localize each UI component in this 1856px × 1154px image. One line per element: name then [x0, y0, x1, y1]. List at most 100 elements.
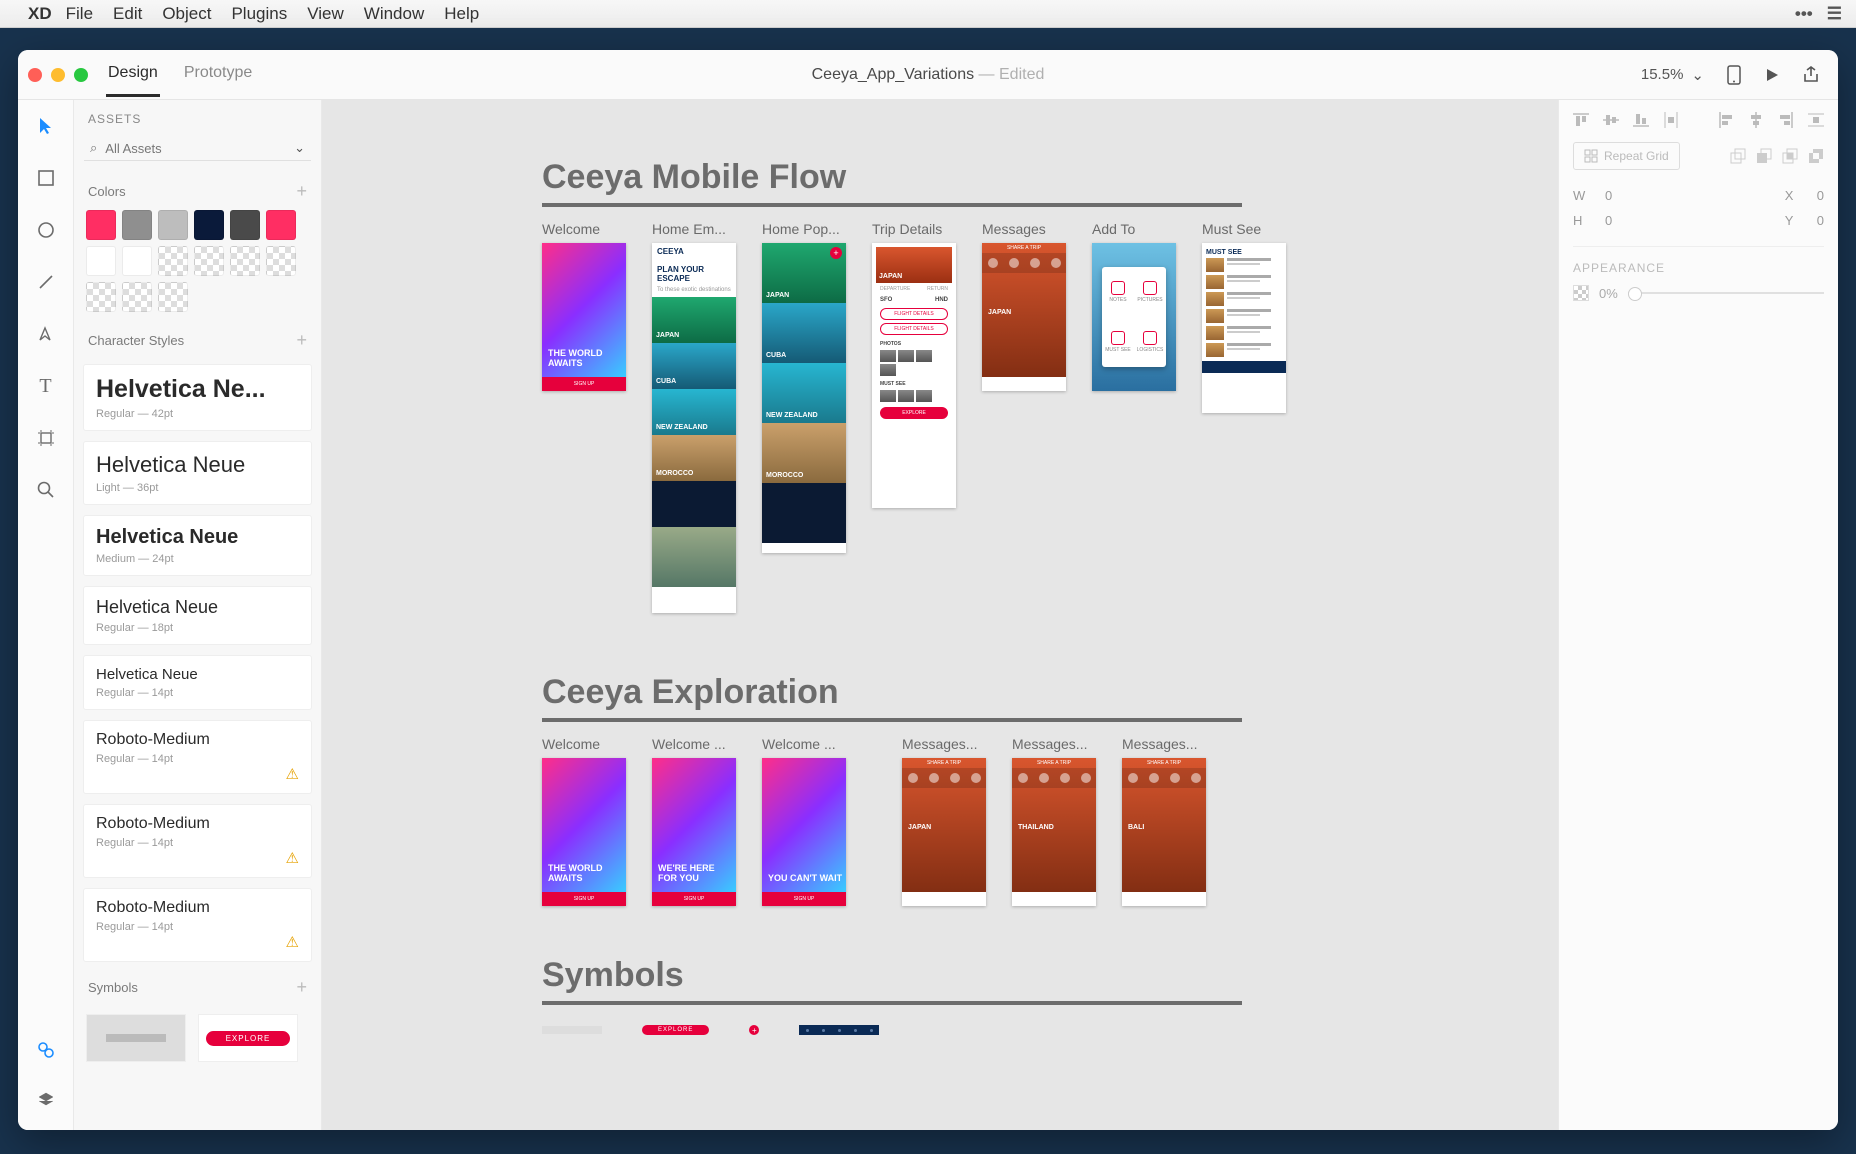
- color-swatch[interactable]: [86, 210, 116, 240]
- artboard-messages-variant[interactable]: SHARE A TRIPTHAILAND: [1012, 758, 1096, 906]
- artboard-welcome-variant[interactable]: THE WORLD AWAITSSIGN UP: [542, 758, 626, 906]
- menu-plugins[interactable]: Plugins: [231, 4, 287, 24]
- menu-window[interactable]: Window: [364, 4, 424, 24]
- window-minimize-icon[interactable]: [51, 68, 65, 82]
- window-close-icon[interactable]: [28, 68, 42, 82]
- color-swatch[interactable]: [266, 210, 296, 240]
- symbol-fab[interactable]: +: [749, 1025, 759, 1035]
- color-swatch[interactable]: [86, 282, 116, 312]
- artboard-label[interactable]: Welcome ...: [762, 736, 836, 752]
- char-style-item[interactable]: Roboto-MediumRegular — 14pt: [84, 721, 311, 793]
- align-vcenter-icon[interactable]: [1603, 112, 1619, 128]
- boolean-subtract-icon[interactable]: [1756, 148, 1772, 164]
- window-zoom-icon[interactable]: [74, 68, 88, 82]
- artboard-label[interactable]: Messages: [982, 221, 1046, 237]
- assets-filter[interactable]: ⌕All Assets ⌄: [84, 136, 311, 161]
- assets-panel-icon[interactable]: [34, 1038, 58, 1062]
- color-swatch[interactable]: [230, 210, 260, 240]
- symbol-thumbnail[interactable]: [86, 1014, 186, 1062]
- pen-tool-icon[interactable]: [34, 322, 58, 346]
- artboard-messages-variant[interactable]: SHARE A TRIPJAPAN: [902, 758, 986, 906]
- color-swatch[interactable]: [158, 282, 188, 312]
- artboard-label[interactable]: Must See: [1202, 221, 1261, 237]
- symbol-explore-button[interactable]: EXPLORE: [642, 1025, 709, 1035]
- play-icon[interactable]: [1764, 67, 1780, 83]
- device-preview-icon[interactable]: [1726, 65, 1742, 85]
- distribute-v-icon[interactable]: [1663, 112, 1679, 128]
- menu-help[interactable]: Help: [444, 4, 479, 24]
- char-style-item[interactable]: Roboto-MediumRegular — 14pt: [84, 889, 311, 961]
- color-swatch[interactable]: [86, 246, 116, 276]
- artboard-tool-icon[interactable]: [34, 426, 58, 450]
- boolean-exclude-icon[interactable]: [1808, 148, 1824, 164]
- menu-object[interactable]: Object: [162, 4, 211, 24]
- artboard-label[interactable]: Messages...: [1012, 736, 1087, 752]
- color-swatch[interactable]: [194, 246, 224, 276]
- w-value[interactable]: 0: [1605, 188, 1612, 203]
- align-hcenter-icon[interactable]: [1748, 112, 1764, 128]
- artboard-label[interactable]: Trip Details: [872, 221, 942, 237]
- text-tool-icon[interactable]: T: [34, 374, 58, 398]
- share-icon[interactable]: [1802, 66, 1820, 84]
- char-style-item[interactable]: Helvetica Ne...Regular — 42pt: [84, 365, 311, 430]
- artboard-label[interactable]: Home Pop...: [762, 221, 840, 237]
- repeat-grid-button[interactable]: Repeat Grid: [1573, 142, 1680, 170]
- artboard-welcome-variant[interactable]: WE'RE HERE FOR YOUSIGN UP: [652, 758, 736, 906]
- char-style-item[interactable]: Helvetica NeueRegular — 14pt: [84, 656, 311, 709]
- boolean-add-icon[interactable]: [1730, 148, 1746, 164]
- chevron-down-icon[interactable]: ⌄: [294, 140, 305, 156]
- add-charstyle-icon[interactable]: +: [296, 330, 307, 351]
- tab-prototype[interactable]: Prototype: [182, 52, 254, 97]
- zoom-tool-icon[interactable]: [34, 478, 58, 502]
- select-tool-icon[interactable]: [34, 114, 58, 138]
- char-style-item[interactable]: Roboto-MediumRegular — 14pt: [84, 805, 311, 877]
- artboard-trip-details[interactable]: JAPAN DEPARTURE RETURN SFO HND FLIGHT DE…: [872, 243, 956, 508]
- artboard-messages-variant[interactable]: SHARE A TRIPBALI: [1122, 758, 1206, 906]
- color-swatch[interactable]: [266, 246, 296, 276]
- artboard-home-popular[interactable]: JAPAN + CUBA NEW ZEALAND MOROCCO: [762, 243, 846, 553]
- h-value[interactable]: 0: [1605, 213, 1612, 228]
- line-tool-icon[interactable]: [34, 270, 58, 294]
- symbol-navbar-light[interactable]: [542, 1026, 602, 1034]
- align-left-icon[interactable]: [1718, 112, 1734, 128]
- artboard-label[interactable]: Add To: [1092, 221, 1135, 237]
- app-brand[interactable]: XD: [28, 4, 52, 24]
- zoom-control[interactable]: 15.5% ⌄: [1641, 66, 1704, 84]
- artboard-label[interactable]: Home Em...: [652, 221, 726, 237]
- align-bottom-icon[interactable]: [1633, 112, 1649, 128]
- ellipse-tool-icon[interactable]: [34, 218, 58, 242]
- artboard-must-see[interactable]: MUST SEE: [1202, 243, 1286, 413]
- add-color-icon[interactable]: +: [296, 181, 307, 202]
- color-swatch[interactable]: [158, 246, 188, 276]
- x-value[interactable]: 0: [1817, 188, 1824, 203]
- menu-edit[interactable]: Edit: [113, 4, 142, 24]
- symbol-navbar-dark[interactable]: [799, 1025, 879, 1035]
- artboard-label[interactable]: Welcome ...: [652, 736, 726, 752]
- color-swatch[interactable]: [122, 282, 152, 312]
- align-right-icon[interactable]: [1778, 112, 1794, 128]
- artboard-messages[interactable]: SHARE A TRIP JAPAN: [982, 243, 1066, 391]
- artboard-label[interactable]: Messages...: [1122, 736, 1197, 752]
- artboard-welcome-variant[interactable]: YOU CAN'T WAITSIGN UP: [762, 758, 846, 906]
- char-style-item[interactable]: Helvetica NeueRegular — 18pt: [84, 587, 311, 644]
- menu-list-icon[interactable]: ☰: [1827, 4, 1842, 24]
- artboard-welcome[interactable]: THE WORLD AWAITS SIGN UP: [542, 243, 626, 391]
- char-style-item[interactable]: Helvetica NeueMedium — 24pt: [84, 516, 311, 575]
- artboard-label[interactable]: Welcome: [542, 736, 600, 752]
- color-swatch[interactable]: [122, 210, 152, 240]
- menu-extras-icon[interactable]: •••: [1795, 4, 1813, 24]
- chevron-down-icon[interactable]: ⌄: [1691, 66, 1704, 84]
- artboard-home-empty[interactable]: CEEYA PLAN YOUR ESCAPE To these exotic d…: [652, 243, 736, 613]
- artboard-label[interactable]: Messages...: [902, 736, 977, 752]
- align-top-icon[interactable]: [1573, 112, 1589, 128]
- menu-file[interactable]: File: [66, 4, 93, 24]
- color-swatch[interactable]: [194, 210, 224, 240]
- color-swatch[interactable]: [122, 246, 152, 276]
- artboard-add-to[interactable]: NOTES PICTURES MUST SEE LOGISTICS: [1092, 243, 1176, 391]
- boolean-intersect-icon[interactable]: [1782, 148, 1798, 164]
- y-value[interactable]: 0: [1817, 213, 1824, 228]
- layers-panel-icon[interactable]: [34, 1088, 58, 1112]
- distribute-h-icon[interactable]: [1808, 112, 1824, 128]
- color-swatch[interactable]: [230, 246, 260, 276]
- opacity-slider[interactable]: [1628, 292, 1824, 294]
